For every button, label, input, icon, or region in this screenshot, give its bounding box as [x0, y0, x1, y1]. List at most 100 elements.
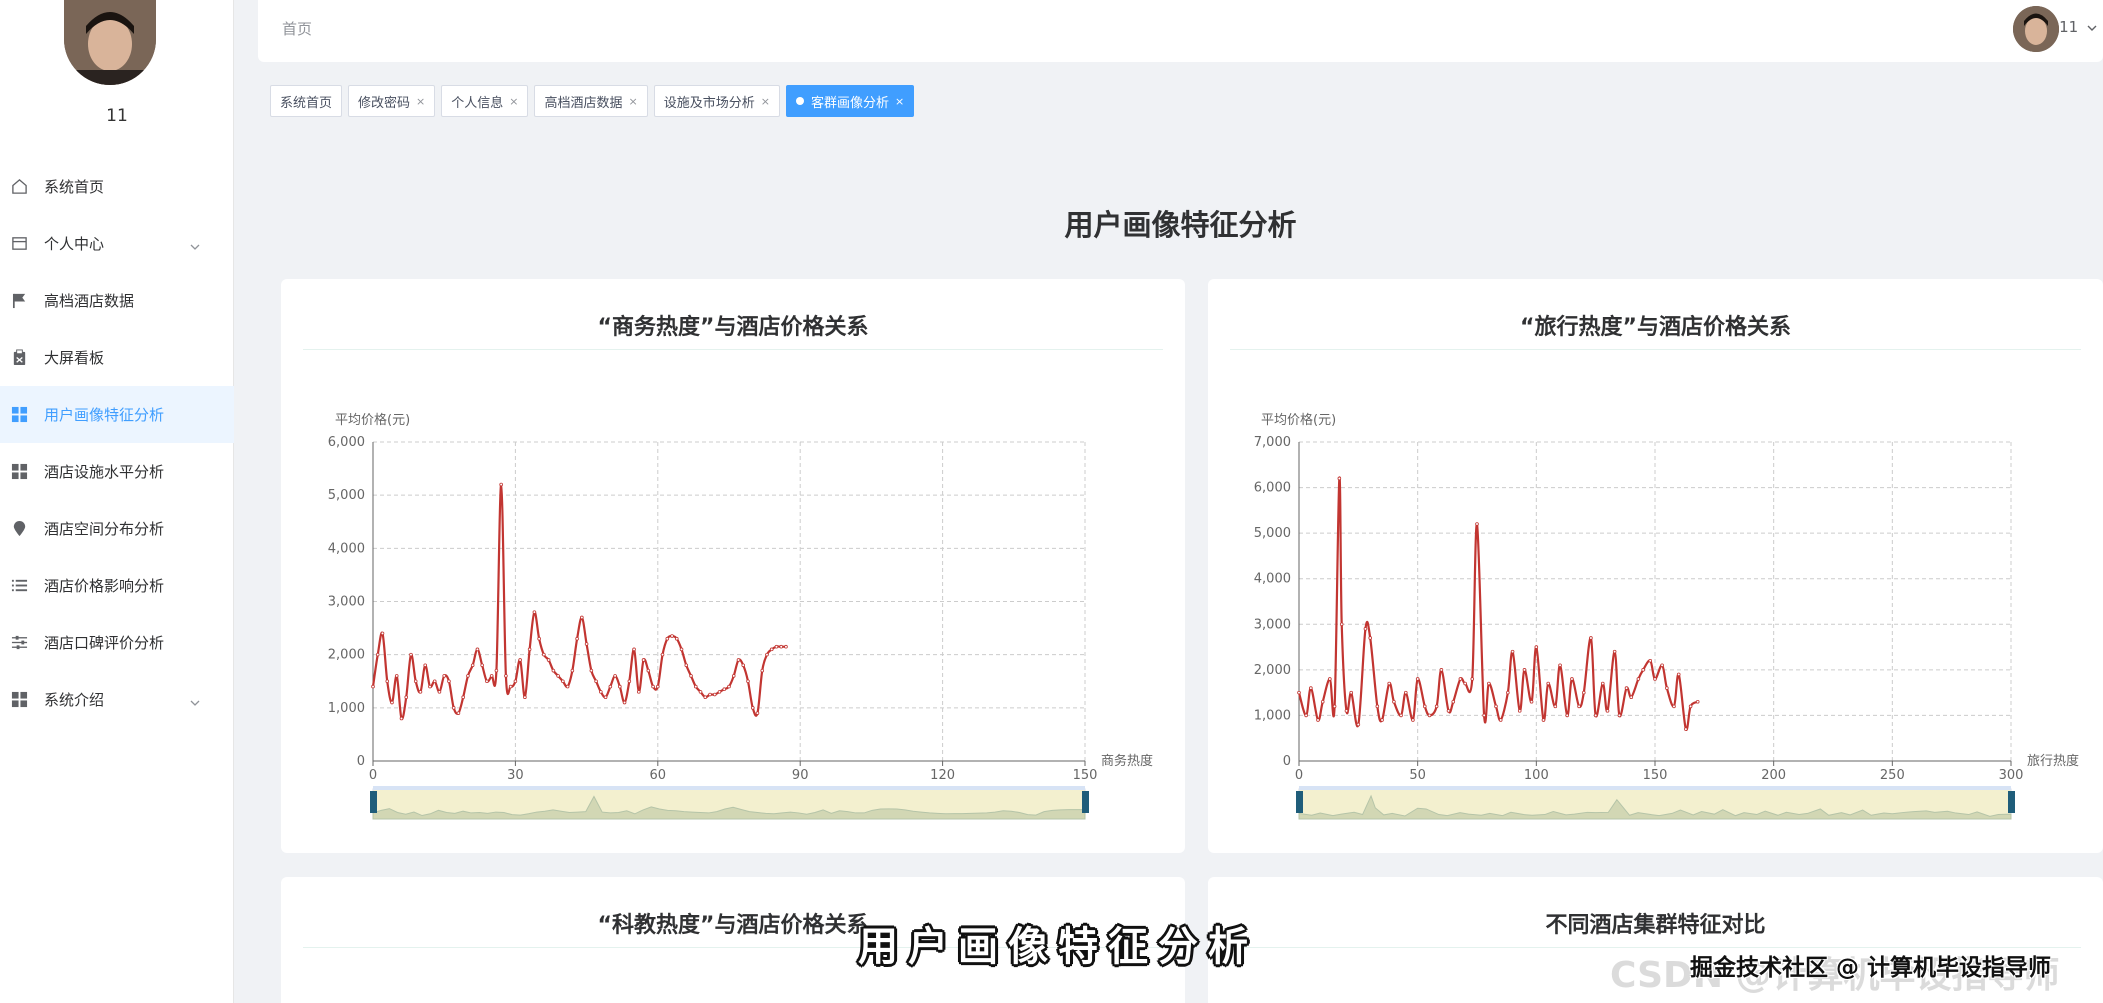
data-point[interactable] [769, 647, 774, 652]
data-point[interactable] [1498, 718, 1503, 722]
data-point[interactable] [779, 644, 784, 649]
data-point[interactable] [385, 679, 390, 684]
data-point[interactable] [784, 644, 788, 649]
data-point[interactable] [674, 636, 679, 641]
data-point[interactable] [698, 690, 703, 694]
data-point[interactable] [1605, 709, 1610, 713]
data-point[interactable] [1446, 709, 1451, 713]
sidebar-item-9[interactable]: 系统介绍 [0, 671, 234, 728]
data-point[interactable] [1380, 718, 1384, 722]
data-point[interactable] [750, 706, 755, 710]
data-point[interactable] [608, 684, 613, 689]
data-point[interactable] [556, 674, 560, 678]
close-icon[interactable]: × [416, 95, 425, 108]
data-point[interactable] [1695, 699, 1700, 704]
breadcrumb[interactable]: 首页 [282, 18, 312, 39]
data-point[interactable] [1641, 668, 1645, 672]
data-point[interactable] [1344, 709, 1349, 713]
sidebar-item-2[interactable]: 高档酒店数据 [0, 272, 234, 329]
sidebar-item-0[interactable]: 系统首页 [0, 158, 234, 215]
data-point[interactable] [618, 684, 622, 689]
data-point[interactable] [660, 652, 665, 657]
data-point[interactable] [736, 658, 741, 662]
data-point[interactable] [599, 690, 603, 694]
close-icon[interactable]: × [895, 95, 904, 108]
data-point[interactable] [1422, 704, 1427, 709]
sidebar-item-5[interactable]: 酒店设施水平分析 [0, 443, 234, 500]
data-point[interactable] [375, 652, 380, 657]
data-point[interactable] [1541, 718, 1546, 722]
data-point[interactable] [1339, 622, 1344, 627]
data-point[interactable] [532, 610, 537, 614]
data-point[interactable] [741, 663, 746, 668]
data-point[interactable] [470, 663, 475, 668]
data-point[interactable] [1517, 709, 1522, 713]
data-point[interactable] [1427, 713, 1432, 718]
data-point[interactable] [1337, 476, 1342, 481]
zoom-handle-left[interactable] [1296, 791, 1303, 813]
data-point[interactable] [708, 692, 712, 697]
data-point[interactable] [485, 679, 489, 684]
data-point[interactable] [371, 684, 375, 689]
data-point[interactable] [1589, 636, 1593, 640]
data-point[interactable] [580, 615, 584, 620]
data-point[interactable] [409, 652, 413, 657]
data-point[interactable] [494, 668, 499, 673]
data-point[interactable] [731, 674, 736, 678]
zoom-handle-left[interactable] [370, 791, 377, 813]
data-point[interactable] [1328, 677, 1332, 681]
data-point[interactable] [1304, 713, 1308, 718]
data-point[interactable] [1392, 699, 1396, 704]
data-point[interactable] [1553, 704, 1558, 709]
data-point[interactable] [1684, 727, 1688, 731]
data-point[interactable] [1510, 649, 1515, 654]
data-point[interactable] [1297, 690, 1301, 695]
data-point[interactable] [1451, 699, 1456, 704]
data-point[interactable] [1546, 681, 1551, 686]
data-point[interactable] [632, 647, 636, 652]
data-point[interactable] [651, 684, 655, 689]
data-point[interactable] [1375, 704, 1380, 709]
data-point[interactable] [1415, 677, 1420, 681]
sidebar-item-3[interactable]: 大屏看板 [0, 329, 234, 386]
data-point[interactable] [641, 658, 646, 662]
data-point[interactable] [432, 679, 437, 684]
data-point[interactable] [589, 668, 594, 673]
tag-4[interactable]: 设施及市场分析 × [653, 85, 780, 117]
data-point[interactable] [546, 658, 551, 662]
data-point[interactable] [765, 652, 769, 657]
data-point[interactable] [1593, 713, 1598, 718]
sidebar-item-8[interactable]: 酒店口碑评价分析 [0, 614, 234, 671]
data-point[interactable] [1636, 677, 1641, 681]
data-point[interactable] [570, 668, 575, 673]
data-point[interactable] [703, 695, 708, 700]
data-point[interactable] [1676, 672, 1681, 677]
data-point[interactable] [456, 711, 461, 715]
close-icon[interactable]: × [761, 95, 770, 108]
header-user-menu[interactable]: 11 [2059, 18, 2097, 36]
data-point[interactable] [627, 679, 632, 684]
data-point[interactable] [1534, 645, 1539, 649]
data-point[interactable] [565, 684, 570, 689]
tag-1[interactable]: 修改密码 × [348, 85, 436, 117]
data-point[interactable] [693, 684, 698, 689]
data-point[interactable] [1494, 704, 1498, 709]
data-point[interactable] [480, 663, 484, 668]
data-point[interactable] [447, 679, 451, 684]
data-point[interactable] [1648, 658, 1653, 663]
data-point[interactable] [1368, 636, 1373, 640]
data-point[interactable] [665, 636, 670, 641]
sidebar-item-6[interactable]: 酒店空间分布分析 [0, 500, 234, 557]
data-point[interactable] [499, 482, 503, 487]
zoom-handle-right[interactable] [1082, 791, 1089, 813]
data-point[interactable] [1356, 722, 1361, 727]
data-point[interactable] [1558, 663, 1562, 668]
data-point[interactable] [504, 674, 508, 678]
data-point[interactable] [679, 647, 684, 652]
data-point[interactable] [1600, 681, 1605, 686]
data-point[interactable] [513, 679, 518, 684]
data-point[interactable] [689, 674, 693, 678]
data-point[interactable] [760, 668, 765, 673]
data-point[interactable] [1309, 686, 1313, 690]
data-point[interactable] [684, 663, 689, 668]
